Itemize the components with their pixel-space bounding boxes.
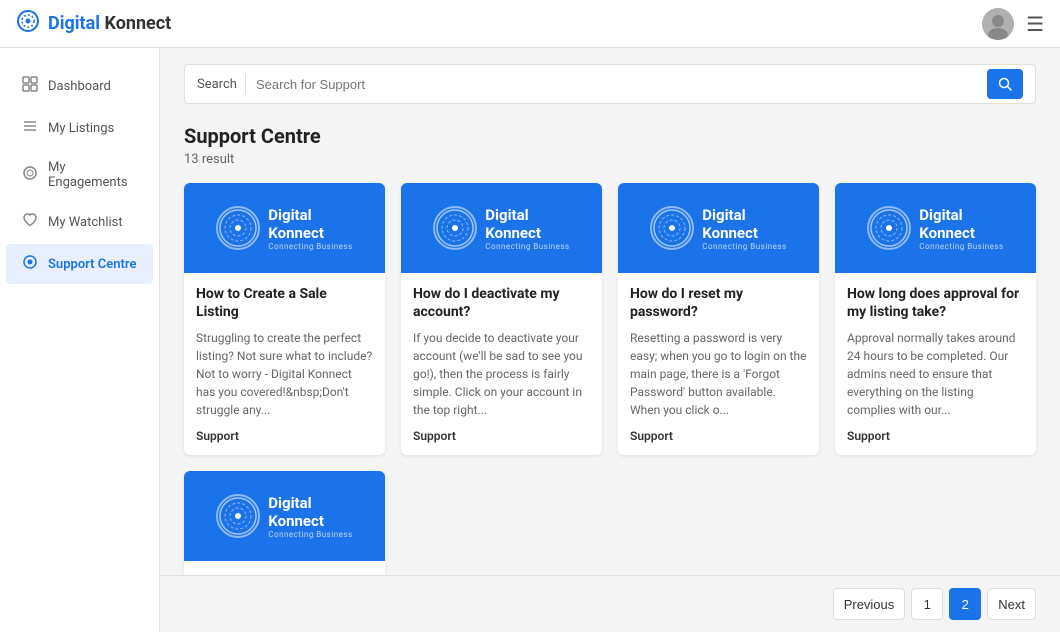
card-3-image: Digital Konnect Connecting Business <box>618 183 819 273</box>
card-4-image: Digital Konnect Connecting Business <box>835 183 1036 273</box>
card-1-body: How to Create a Sale Listing Struggling … <box>184 273 385 455</box>
watchlist-icon <box>22 212 38 232</box>
sidebar-label-my-listings: My Listings <box>48 121 114 136</box>
search-divider <box>245 74 246 94</box>
sidebar-item-dashboard[interactable]: Dashboard <box>6 66 153 106</box>
cards-grid-row1: Digital Konnect Connecting Business How … <box>184 183 1036 455</box>
card-3-title: How do I reset my password? <box>630 285 807 321</box>
sidebar-label-dashboard: Dashboard <box>48 79 111 94</box>
card-4-logo: Digital Konnect Connecting Business <box>867 206 1003 251</box>
card-1-title: How to Create a Sale Listing <box>196 285 373 321</box>
card-5-brand-text: Digital Konnect Connecting Business <box>268 494 352 539</box>
card-5-logo-circle <box>216 494 260 538</box>
search-bar: Search <box>184 64 1036 104</box>
page-title: Support Centre <box>184 124 1036 148</box>
search-input[interactable] <box>256 77 979 92</box>
card-4-logo-circle <box>867 206 911 250</box>
card-4-title: How long does approval for my listing ta… <box>847 285 1024 321</box>
topnav-title: Digital Konnect <box>48 13 171 34</box>
result-count: 13 result <box>184 152 1036 167</box>
card-4[interactable]: Digital Konnect Connecting Business How … <box>835 183 1036 455</box>
next-button[interactable]: Next <box>987 588 1036 620</box>
previous-button[interactable]: Previous <box>833 588 906 620</box>
card-1-logo: Digital Konnect Connecting Business <box>216 206 352 251</box>
main-content: Search Support Centre 13 result <box>160 48 1060 632</box>
dashboard-icon <box>22 76 38 96</box>
card-1-logo-circle <box>216 206 260 250</box>
sidebar-label-my-engagements: My Engagements <box>48 160 137 190</box>
card-3-body: How do I reset my password? Resetting a … <box>618 273 819 455</box>
card-5-image: Digital Konnect Connecting Business <box>184 471 385 561</box>
sidebar-item-my-engagements[interactable]: My Engagements <box>6 150 153 200</box>
sidebar-label-my-watchlist: My Watchlist <box>48 215 123 230</box>
card-2-title: How do I deactivate my account? <box>413 285 590 321</box>
card-4-desc: Approval normally takes around 24 hours … <box>847 329 1024 419</box>
logo-icon <box>16 9 40 38</box>
support-icon <box>22 254 38 274</box>
card-3-logo: Digital Konnect Connecting Business <box>650 206 786 251</box>
card-1-tag: Support <box>196 429 373 443</box>
card-2-image: Digital Konnect Connecting Business <box>401 183 602 273</box>
card-1[interactable]: Digital Konnect Connecting Business How … <box>184 183 385 455</box>
sidebar-item-my-listings[interactable]: My Listings <box>6 108 153 148</box>
card-3-brand-text: Digital Konnect Connecting Business <box>702 206 786 251</box>
listings-icon <box>22 118 38 138</box>
pagination-bar: Previous 1 2 Next <box>160 575 1060 632</box>
card-2-logo: Digital Konnect Connecting Business <box>433 206 569 251</box>
page-1-button[interactable]: 1 <box>911 588 943 620</box>
card-1-desc: Struggling to create the perfect listing… <box>196 329 373 419</box>
card-2-desc: If you decide to deactivate your account… <box>413 329 590 419</box>
card-4-brand-text: Digital Konnect Connecting Business <box>919 206 1003 251</box>
topnav-logo-area: Digital Konnect <box>16 9 171 38</box>
card-2-logo-circle <box>433 206 477 250</box>
card-2-brand-text: Digital Konnect Connecting Business <box>485 206 569 251</box>
card-3-tag: Support <box>630 429 807 443</box>
card-1-image: Digital Konnect Connecting Business <box>184 183 385 273</box>
sidebar-item-my-watchlist[interactable]: My Watchlist <box>6 202 153 242</box>
topnav: Digital Konnect ☰ <box>0 0 1060 48</box>
card-5-logo: Digital Konnect Connecting Business <box>216 494 352 539</box>
menu-icon[interactable]: ☰ <box>1026 12 1044 36</box>
sidebar-label-support-centre: Support Centre <box>48 257 136 272</box>
engagements-icon <box>22 165 38 185</box>
sidebar-item-support-centre[interactable]: Support Centre <box>6 244 153 284</box>
card-4-body: How long does approval for my listing ta… <box>835 273 1036 455</box>
card-4-tag: Support <box>847 429 1024 443</box>
card-3-desc: Resetting a password is very easy; when … <box>630 329 807 419</box>
page-2-button[interactable]: 2 <box>949 588 981 620</box>
topnav-right: ☰ <box>982 8 1044 40</box>
card-1-brand-text: Digital Konnect Connecting Business <box>268 206 352 251</box>
user-avatar[interactable] <box>982 8 1014 40</box>
sidebar: Dashboard My Listings My Engagements <box>0 48 160 632</box>
card-2-tag: Support <box>413 429 590 443</box>
card-3-logo-circle <box>650 206 694 250</box>
search-label: Search <box>197 77 237 92</box>
search-button[interactable] <box>987 69 1023 99</box>
card-2[interactable]: Digital Konnect Connecting Business How … <box>401 183 602 455</box>
card-3[interactable]: Digital Konnect Connecting Business How … <box>618 183 819 455</box>
card-2-body: How do I deactivate my account? If you d… <box>401 273 602 455</box>
